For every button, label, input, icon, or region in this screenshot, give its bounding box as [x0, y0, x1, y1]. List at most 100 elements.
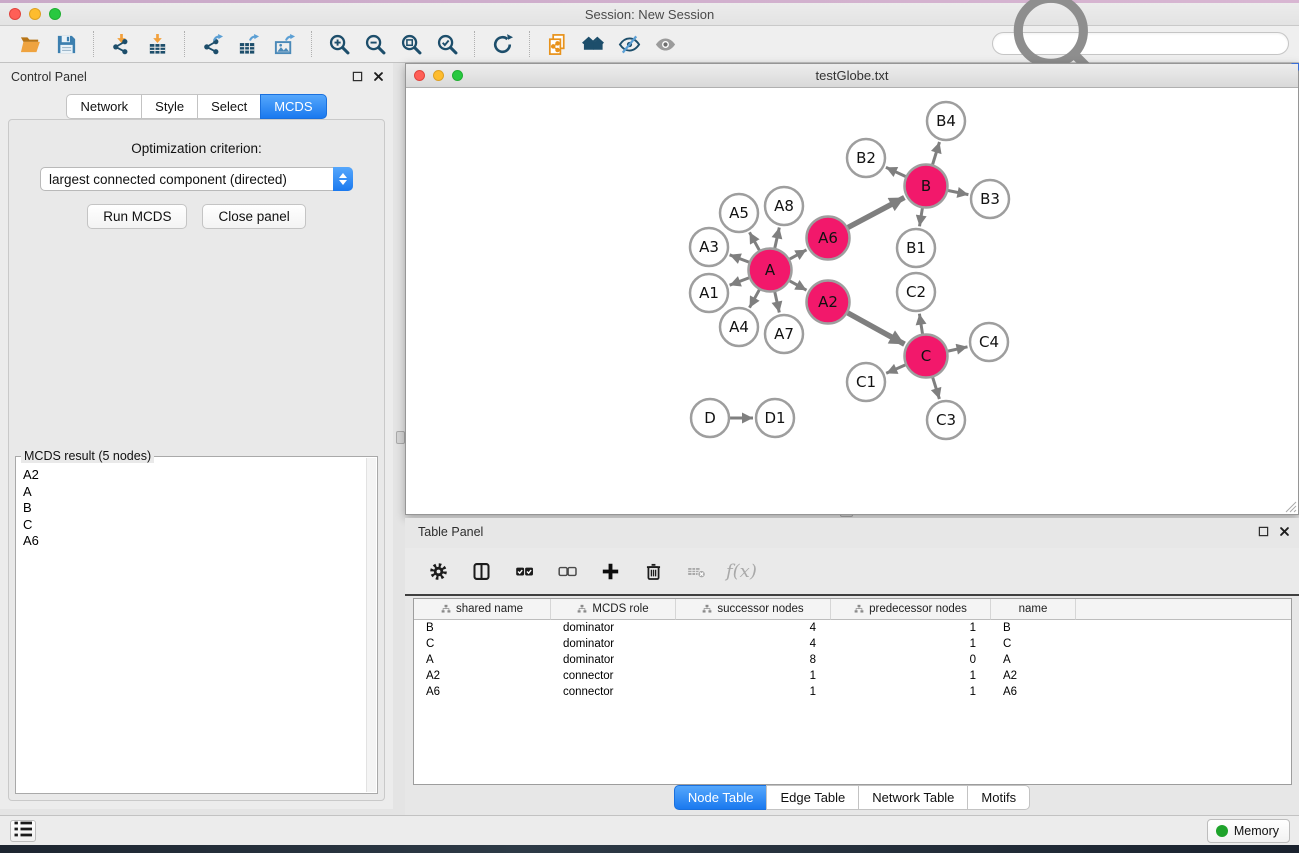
graph-edge-A-A4[interactable]	[750, 290, 760, 308]
graph-node-B[interactable]: B	[905, 165, 948, 208]
delete-column-button[interactable]	[640, 558, 666, 584]
graph-edge-B-B1[interactable]	[920, 208, 923, 226]
table-cell[interactable]: 1	[831, 620, 991, 636]
table-row[interactable]: A2connector11A2	[414, 668, 1291, 684]
column-header-successor-nodes[interactable]: successor nodes	[676, 599, 831, 620]
export-table-button[interactable]	[230, 29, 266, 59]
graph-node-C[interactable]: C	[905, 335, 948, 378]
table-tab-network-table[interactable]: Network Table	[858, 785, 968, 810]
graph-edge-C-C2[interactable]	[919, 314, 922, 334]
graph-node-A6[interactable]: A6	[807, 217, 850, 260]
table-cell[interactable]: 4	[676, 636, 831, 652]
graph-node-B3[interactable]: B3	[971, 180, 1009, 218]
graph-node-D1[interactable]: D1	[756, 399, 794, 437]
optimization-criterion-dropdown[interactable]: largest connected component (directed)	[40, 167, 353, 191]
add-column-button[interactable]	[597, 558, 623, 584]
search-input[interactable]	[1126, 37, 1281, 51]
table-cell[interactable]: dominator	[551, 620, 676, 636]
graph-node-A5[interactable]: A5	[720, 194, 758, 232]
graph-edge-A-A5[interactable]	[750, 232, 760, 250]
graph-node-A3[interactable]: A3	[690, 228, 728, 266]
tab-select[interactable]: Select	[197, 94, 261, 119]
run-mcds-button[interactable]: Run MCDS	[87, 204, 187, 229]
graph-edge-A-A2[interactable]	[790, 281, 807, 290]
graph-node-A7[interactable]: A7	[765, 315, 803, 353]
table-cell[interactable]: 8	[676, 652, 831, 668]
close-panel-button[interactable]: Close panel	[202, 204, 305, 229]
memory-button[interactable]: Memory	[1207, 819, 1290, 843]
refresh-layout-button[interactable]	[484, 29, 520, 59]
graph-edge-C-C3[interactable]	[933, 378, 940, 400]
import-table-button[interactable]	[139, 29, 175, 59]
table-cell[interactable]: A	[414, 652, 551, 668]
graph-node-B2[interactable]: B2	[847, 139, 885, 177]
table-row[interactable]: A6connector11A6	[414, 684, 1291, 700]
resize-grip-icon[interactable]	[1284, 500, 1297, 513]
dropdown-stepper-icon[interactable]	[333, 167, 353, 191]
graph-edge-B-B2[interactable]	[886, 167, 906, 176]
table-cell[interactable]: A6	[414, 684, 551, 700]
zoom-fit-button[interactable]	[393, 29, 429, 59]
graph-node-A1[interactable]: A1	[690, 274, 728, 312]
float-table-panel-icon[interactable]	[1258, 526, 1269, 537]
column-header-predecessor-nodes[interactable]: predecessor nodes	[831, 599, 991, 620]
float-panel-icon[interactable]	[352, 71, 363, 82]
settings-button[interactable]	[425, 558, 451, 584]
graph-node-A4[interactable]: A4	[720, 308, 758, 346]
tab-network[interactable]: Network	[66, 94, 142, 119]
mcds-result-list[interactable]: A2ABCA6	[16, 461, 366, 792]
table-row[interactable]: Bdominator41B	[414, 620, 1291, 636]
table-cell[interactable]: A6	[991, 684, 1076, 700]
function-builder-button[interactable]: f(x)	[726, 561, 757, 582]
result-scrollbar[interactable]	[366, 458, 376, 792]
mcds-result-item[interactable]: C	[23, 517, 366, 534]
table-tab-node-table[interactable]: Node Table	[674, 785, 768, 810]
table-cell[interactable]: connector	[551, 684, 676, 700]
close-panel-icon[interactable]	[373, 71, 384, 82]
vertical-splitter-handle[interactable]	[396, 431, 405, 444]
deselect-all-button[interactable]	[554, 558, 580, 584]
graph-node-B4[interactable]: B4	[927, 102, 965, 140]
import-network-button[interactable]	[103, 29, 139, 59]
graph-edge-A-A6[interactable]	[790, 250, 807, 259]
network-canvas[interactable]: B4B2BB3A5A8A6B1A3AC2A1A2A4A7C4CC1C3DD1	[406, 89, 1298, 514]
mcds-result-item[interactable]: A2	[23, 467, 366, 484]
first-neighbors-button[interactable]	[575, 29, 611, 59]
close-table-panel-icon[interactable]	[1279, 526, 1290, 537]
zoom-selected-button[interactable]	[429, 29, 465, 59]
export-image-button[interactable]	[266, 29, 302, 59]
tab-style[interactable]: Style	[141, 94, 198, 119]
graph-edge-A6-B[interactable]	[848, 198, 905, 228]
clone-network-button[interactable]	[539, 29, 575, 59]
table-cell[interactable]: 1	[831, 668, 991, 684]
task-history-button[interactable]	[10, 820, 36, 842]
column-header-MCDS-role[interactable]: MCDS role	[551, 599, 676, 620]
search-field[interactable]	[992, 32, 1289, 55]
graph-edge-C-C4[interactable]	[948, 347, 968, 351]
graph-edge-C-C1[interactable]	[886, 365, 905, 373]
graph-edge-A-A8[interactable]	[775, 228, 780, 249]
graph-node-C3[interactable]: C3	[927, 401, 965, 439]
select-all-button[interactable]	[511, 558, 537, 584]
zoom-out-button[interactable]	[357, 29, 393, 59]
table-cell[interactable]: A	[991, 652, 1076, 668]
column-header-name[interactable]: name	[991, 599, 1076, 620]
table-cell[interactable]: 1	[831, 684, 991, 700]
graph-node-D[interactable]: D	[691, 399, 729, 437]
open-session-button[interactable]	[12, 29, 48, 59]
graph-edge-A2-C[interactable]	[848, 313, 905, 344]
tab-mcds[interactable]: MCDS	[260, 94, 326, 119]
graph-node-C2[interactable]: C2	[897, 273, 935, 311]
save-session-button[interactable]	[48, 29, 84, 59]
table-cell[interactable]: 1	[676, 668, 831, 684]
table-tab-edge-table[interactable]: Edge Table	[766, 785, 859, 810]
table-row[interactable]: Cdominator41C	[414, 636, 1291, 652]
graph-node-A8[interactable]: A8	[765, 187, 803, 225]
table-cell[interactable]: dominator	[551, 652, 676, 668]
mcds-result-item[interactable]: A	[23, 484, 366, 501]
table-cell[interactable]: 4	[676, 620, 831, 636]
column-header-shared-name[interactable]: shared name	[414, 599, 551, 620]
table-cell[interactable]: A2	[414, 668, 551, 684]
hide-selected-button[interactable]	[611, 29, 647, 59]
graph-edge-A-A7[interactable]	[775, 292, 780, 313]
